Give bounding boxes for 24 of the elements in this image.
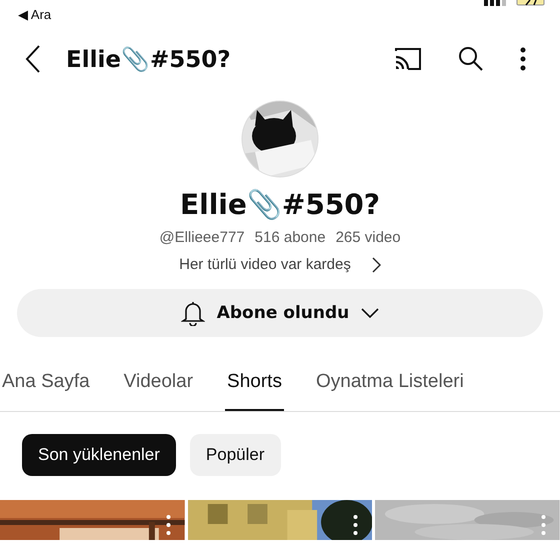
channel-name: Ellie📎#550? (180, 188, 380, 221)
channel-description[interactable]: Her türlü video var kardeş (179, 256, 351, 273)
channel-tab[interactable]: Oynatma Listeleri (314, 361, 466, 411)
bell-icon (180, 300, 205, 326)
battery-icon (516, 0, 546, 6)
back-to-app-link[interactable]: ◀ Ara (18, 7, 52, 22)
filter-chip[interactable]: Son yüklenenler (22, 434, 176, 476)
search-icon[interactable] (458, 46, 484, 72)
chevron-down-icon (361, 308, 380, 318)
video-count: 265 video (336, 229, 401, 246)
more-options-icon[interactable] (166, 514, 171, 536)
chevron-right-icon[interactable] (370, 256, 381, 272)
signal-icon (484, 0, 506, 6)
channel-title: Ellie📎#550? (66, 46, 232, 72)
channel-handle: @Ellieee777 (159, 229, 245, 246)
channel-tab[interactable]: Videolar (122, 361, 196, 411)
filter-chip[interactable]: Popüler (190, 434, 281, 476)
subscribed-button[interactable]: Abone olundu (17, 289, 543, 337)
subscriber-count: 516 abone (254, 229, 326, 246)
more-options-icon[interactable] (353, 514, 358, 536)
more-options-icon[interactable] (520, 47, 526, 71)
channel-tab[interactable]: Shorts (225, 361, 284, 411)
cast-icon[interactable] (394, 47, 422, 71)
channel-tab[interactable]: Ana Sayfa (0, 361, 92, 411)
